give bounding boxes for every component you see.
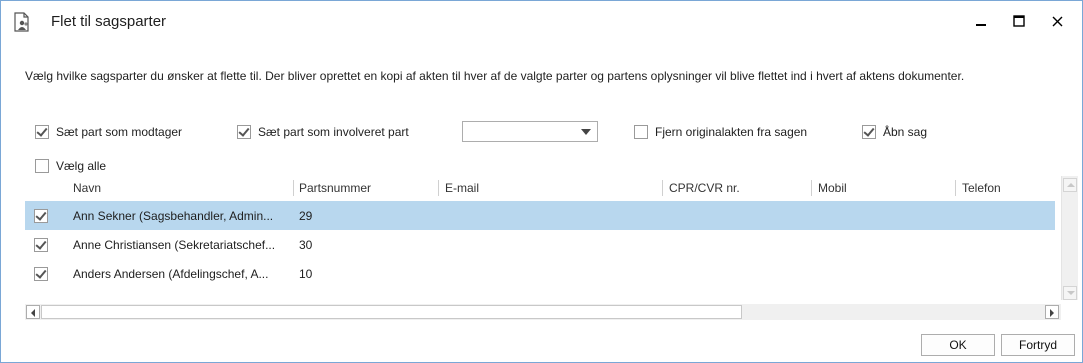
scroll-right-button[interactable] bbox=[1045, 305, 1059, 319]
parties-table: Navn Partsnummer E-mail CPR/CVR nr. Mobi… bbox=[25, 176, 1078, 324]
instructions-text: Vælg hvilke sagsparter du ønsker at flet… bbox=[25, 69, 965, 83]
minimize-button[interactable] bbox=[967, 9, 995, 33]
open-case-option[interactable]: Åbn sag bbox=[862, 125, 927, 139]
row-checkbox[interactable] bbox=[34, 209, 48, 223]
title-bar: Flet til sagsparter bbox=[1, 1, 1082, 41]
set-recipient-checkbox[interactable] bbox=[35, 125, 49, 139]
row-checkbox[interactable] bbox=[34, 267, 48, 281]
cell-navn: Anders Andersen (Afdelingschef, A... bbox=[73, 267, 269, 281]
minimize-icon bbox=[976, 24, 986, 26]
column-header-telefon[interactable]: Telefon bbox=[962, 181, 1001, 195]
table-row[interactable]: Anders Andersen (Afdelingschef, A... 10 bbox=[25, 259, 1055, 288]
open-case-checkbox[interactable] bbox=[862, 125, 876, 139]
horizontal-scrollbar[interactable] bbox=[25, 304, 1061, 320]
set-involved-option[interactable]: Sæt part som involveret part bbox=[237, 125, 409, 139]
column-divider[interactable] bbox=[811, 180, 812, 196]
select-all-checkbox[interactable] bbox=[35, 159, 49, 173]
window-title: Flet til sagsparter bbox=[51, 13, 167, 30]
column-header-mobil[interactable]: Mobil bbox=[818, 181, 847, 195]
cell-navn: Ann Sekner (Sagsbehandler, Admin... bbox=[73, 209, 274, 223]
column-divider[interactable] bbox=[955, 180, 956, 196]
arrow-left-icon bbox=[31, 309, 35, 317]
column-header-email[interactable]: E-mail bbox=[445, 181, 479, 195]
column-divider[interactable] bbox=[438, 180, 439, 196]
cancel-button[interactable]: Fortryd bbox=[1001, 334, 1075, 356]
vertical-scrollbar[interactable] bbox=[1061, 176, 1078, 300]
column-divider[interactable] bbox=[293, 180, 294, 196]
set-involved-checkbox[interactable] bbox=[237, 125, 251, 139]
chevron-down-icon bbox=[581, 129, 591, 135]
scroll-up-button[interactable] bbox=[1063, 178, 1077, 192]
open-case-label: Åbn sag bbox=[883, 125, 928, 139]
row-checkbox[interactable] bbox=[34, 238, 48, 252]
ok-button[interactable]: OK bbox=[921, 334, 995, 356]
column-header-cpr[interactable]: CPR/CVR nr. bbox=[669, 181, 740, 195]
cell-navn: Anne Christiansen (Sekretariatschef... bbox=[73, 238, 276, 252]
remove-original-label: Fjern originalakten fra sagen bbox=[655, 125, 808, 139]
arrow-down-icon bbox=[1067, 291, 1075, 295]
maximize-icon bbox=[1013, 15, 1025, 27]
arrow-up-icon bbox=[1067, 183, 1075, 187]
column-divider[interactable] bbox=[662, 180, 663, 196]
maximize-button[interactable] bbox=[1005, 9, 1033, 33]
scroll-left-button[interactable] bbox=[26, 305, 40, 319]
close-button[interactable] bbox=[1043, 9, 1071, 33]
cell-partsnummer: 10 bbox=[299, 267, 313, 281]
column-header-partsnummer[interactable]: Partsnummer bbox=[299, 181, 371, 195]
select-all-option[interactable]: Vælg alle bbox=[35, 159, 106, 173]
remove-original-checkbox[interactable] bbox=[634, 125, 648, 139]
scroll-thumb[interactable] bbox=[41, 305, 742, 319]
arrow-right-icon bbox=[1050, 309, 1054, 317]
scroll-down-button[interactable] bbox=[1063, 286, 1077, 300]
cell-partsnummer: 29 bbox=[299, 209, 313, 223]
set-involved-label: Sæt part som involveret part bbox=[258, 125, 409, 139]
table-row[interactable]: Ann Sekner (Sagsbehandler, Admin... 29 bbox=[25, 201, 1055, 230]
select-all-label: Vælg alle bbox=[56, 159, 107, 173]
column-header-navn[interactable]: Navn bbox=[73, 181, 101, 195]
remove-original-option[interactable]: Fjern originalakten fra sagen bbox=[634, 125, 807, 139]
cell-partsnummer: 30 bbox=[299, 238, 313, 252]
table-row[interactable]: Anne Christiansen (Sekretariatschef... 3… bbox=[25, 230, 1055, 259]
merge-dialog: Flet til sagsparter Vælg hvilke sagspart… bbox=[0, 0, 1083, 363]
close-icon bbox=[1052, 16, 1062, 26]
document-people-icon bbox=[14, 12, 29, 32]
role-dropdown[interactable] bbox=[462, 121, 598, 142]
set-recipient-label: Sæt part som modtager bbox=[56, 125, 183, 139]
set-recipient-option[interactable]: Sæt part som modtager bbox=[35, 125, 182, 139]
